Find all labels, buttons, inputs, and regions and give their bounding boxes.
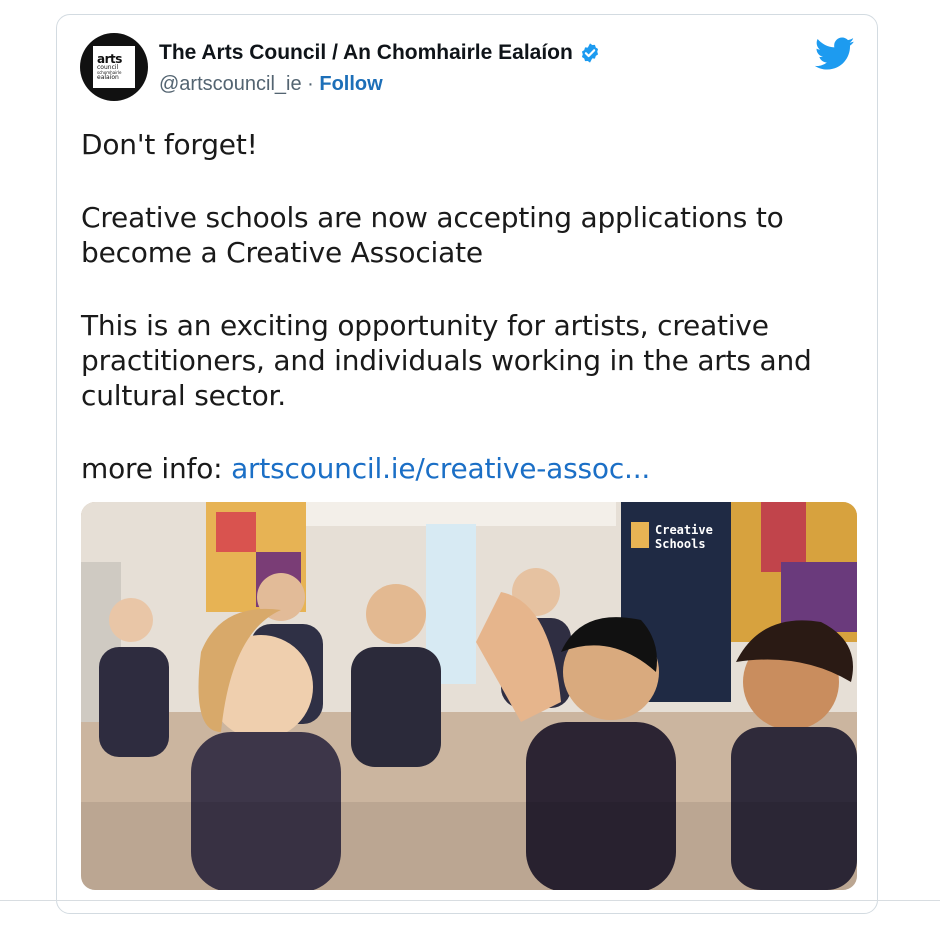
tweet-text: Don't forget! Creative schools are now a… <box>81 127 841 486</box>
bottom-divider <box>0 900 940 901</box>
tweet-more-info: more info: artscouncil.ie/creative-assoc… <box>81 451 841 486</box>
handle-separator: · <box>301 73 320 95</box>
follow-button[interactable]: Follow <box>319 73 382 95</box>
author-display-name[interactable]: The Arts Council / An Chomhairle Ealaíon <box>159 41 573 65</box>
more-info-link[interactable]: artscouncil.ie/creative-assoc... <box>231 452 650 485</box>
tweet-paragraph-3: This is an exciting opportunity for arti… <box>81 309 812 412</box>
logo-text-ealaion: ealaíon <box>97 74 119 81</box>
tweet-paragraph-2: Creative schools are now accepting appli… <box>81 201 784 269</box>
tweet-card: arts council schomhairle ealaíon The Art… <box>56 14 878 914</box>
banner-text-schools: Schools <box>655 537 706 551</box>
more-info-label: more info: <box>81 452 232 485</box>
verified-badge-icon <box>581 43 598 63</box>
classroom-photo: Creative Schools <box>81 502 857 890</box>
author-handle[interactable]: @artscouncil_ie <box>159 73 302 95</box>
avatar[interactable]: arts council schomhairle ealaíon <box>80 33 148 101</box>
banner-text-creative: Creative <box>655 523 713 537</box>
tweet-paragraph-1: Don't forget! <box>81 128 258 161</box>
author-name-row: The Arts Council / An Chomhairle Ealaíon <box>159 41 601 65</box>
author-handle-row: @artscouncil_ie · Follow <box>159 73 383 96</box>
tweet-photo[interactable]: Creative Schools <box>81 502 857 890</box>
twitter-bird-icon[interactable] <box>815 37 855 71</box>
arts-council-logo: arts council schomhairle ealaíon <box>93 46 135 88</box>
